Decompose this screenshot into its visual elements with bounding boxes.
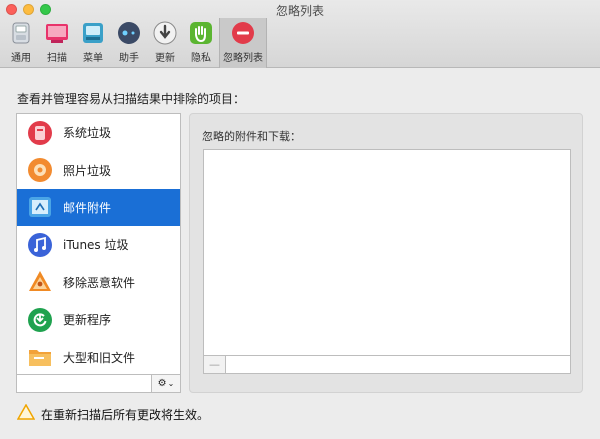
list-item-updater[interactable]: 更新程序 [17, 301, 180, 338]
privacy-hand-icon [189, 21, 213, 45]
list-item-label: 邮件附件 [63, 200, 112, 215]
list-item-label: 大型和旧文件 [63, 350, 136, 365]
updater-icon [27, 307, 53, 333]
toolbar-item-scan[interactable]: 扫描 [39, 18, 75, 68]
list-item-photo-junk[interactable]: 照片垃圾 [17, 151, 180, 188]
toolbar-item-general[interactable]: 通用 [3, 18, 39, 68]
mail-attachments-icon [27, 194, 53, 220]
category-list[interactable]: 系统垃圾 照片垃圾 邮件附件 iTunes 垃圾 移除恶意软件 更新程序 大型和… [16, 113, 181, 375]
gear-icon: ⚙ [157, 378, 167, 389]
list-item-system-junk[interactable]: 系统垃圾 [17, 114, 180, 151]
list-item-label: iTunes 垃圾 [63, 238, 129, 253]
list-item-itunes-junk[interactable]: iTunes 垃圾 [17, 226, 180, 263]
update-icon [153, 21, 177, 45]
toolbar-label-assistant: 助手 [119, 53, 139, 64]
system-junk-icon [27, 120, 53, 146]
ignored-items-panel: 忽略的附件和下载： — [189, 113, 583, 393]
ignored-items-footer: — [203, 356, 571, 374]
toolbar-item-update[interactable]: 更新 [147, 18, 183, 68]
list-footer: ⚙ ⌄ [16, 375, 181, 393]
gear-menu-button[interactable]: ⚙ ⌄ [151, 375, 180, 392]
general-icon [9, 21, 33, 45]
list-item-large-old-files[interactable]: 大型和旧文件 [17, 338, 180, 374]
list-item-label: 照片垃圾 [63, 163, 112, 178]
scan-icon [45, 21, 69, 45]
title-bar: 忽略列表 通用 扫描 菜单 助手 更新 隐私 忽略列表 [0, 0, 600, 68]
toolbar-item-ignore-list[interactable]: 忽略列表 [219, 18, 267, 68]
chevron-down-icon: ⌄ [167, 379, 175, 388]
large-old-files-icon [27, 344, 53, 370]
warning-text: 在重新扫描后所有更改将生效。 [41, 407, 210, 422]
toolbar-item-privacy[interactable]: 隐私 [183, 18, 219, 68]
instruction-text: 查看并管理容易从扫描结果中排除的项目： [17, 92, 246, 106]
photo-junk-icon [27, 157, 53, 183]
ignored-items-list[interactable] [203, 149, 571, 356]
toolbar-label-general: 通用 [11, 53, 31, 64]
toolbar-item-assistant[interactable]: 助手 [111, 18, 147, 68]
window-title: 忽略列表 [275, 4, 324, 18]
toolbar-label-scan: 扫描 [47, 53, 67, 64]
toolbar-label-privacy: 隐私 [191, 53, 211, 64]
warning-triangle-icon [16, 403, 36, 424]
list-item-malware-removal[interactable]: 移除恶意软件 [17, 264, 180, 301]
toolbar-label-ignore-list: 忽略列表 [223, 53, 263, 64]
toolbar-label-update: 更新 [155, 53, 175, 64]
toolbar-label-menu: 菜单 [83, 53, 103, 64]
assistant-icon [117, 21, 141, 45]
remove-item-button[interactable]: — [204, 356, 226, 373]
warning-note: 在重新扫描后所有更改将生效。 [16, 403, 210, 424]
list-item-mail-attachments[interactable]: 邮件附件 [17, 188, 180, 227]
list-item-label: 移除恶意软件 [63, 275, 136, 290]
preferences-toolbar: 通用 扫描 菜单 助手 更新 隐私 忽略列表 [3, 18, 267, 68]
list-item-label: 更新程序 [63, 313, 112, 328]
list-item-label: 系统垃圾 [63, 126, 112, 141]
itunes-junk-icon [27, 232, 53, 258]
panel-title: 忽略的附件和下载： [202, 130, 301, 143]
toolbar-item-menu[interactable]: 菜单 [75, 18, 111, 68]
menu-icon [81, 21, 105, 45]
malware-removal-icon [27, 269, 53, 295]
ignore-list-icon [231, 21, 255, 45]
